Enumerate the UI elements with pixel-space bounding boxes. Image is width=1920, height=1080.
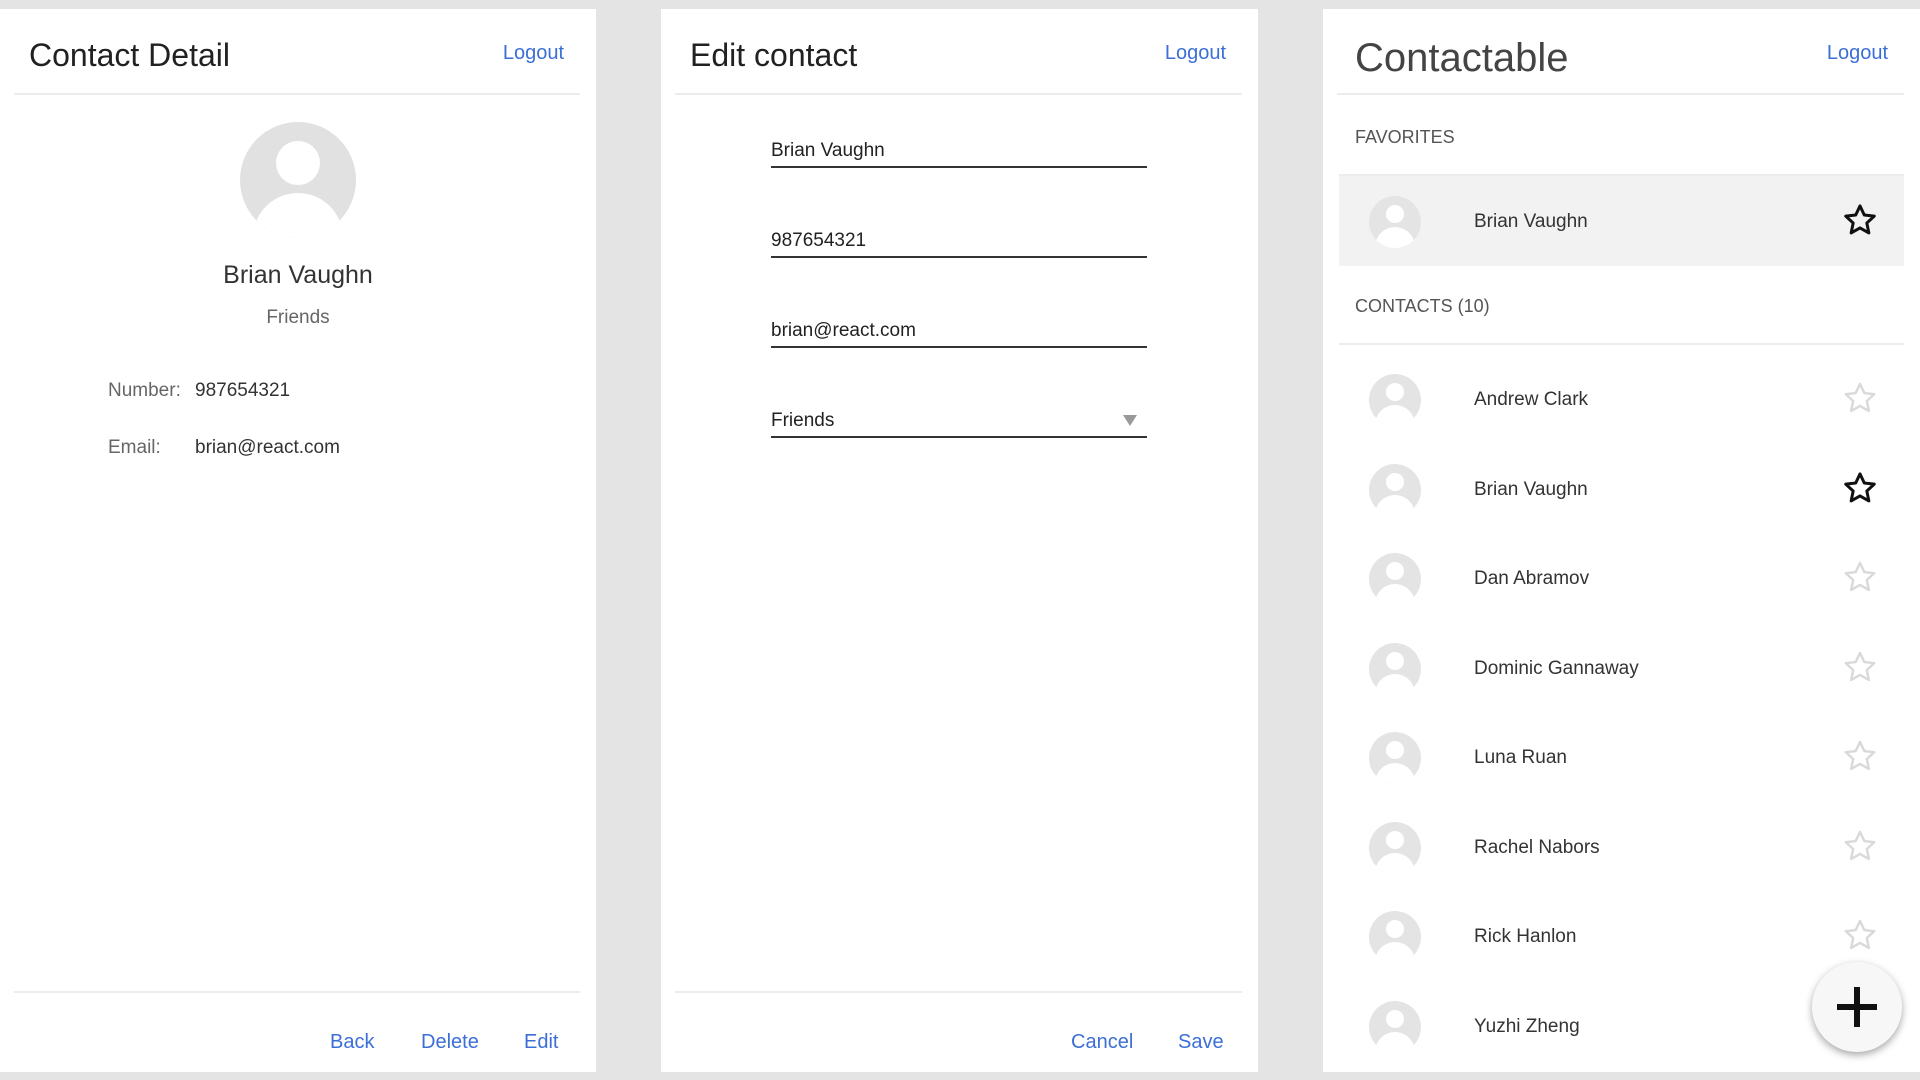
group-select-value: Friends (771, 410, 835, 431)
avatar-body (1375, 852, 1415, 874)
delete-button[interactable]: Delete (421, 1031, 479, 1054)
edit-header: Edit contact Logout (675, 9, 1242, 95)
contact-row-name: Dominic Gannaway (1474, 657, 1639, 679)
save-button[interactable]: Save (1178, 1031, 1224, 1054)
group-select[interactable]: Friends (771, 402, 1147, 438)
number-label: Number: (108, 380, 181, 401)
email-field[interactable] (771, 312, 1147, 348)
contact-detail-panel: Contact Detail Logout Brian Vaughn Frien… (0, 9, 596, 1072)
favorite-row[interactable]: Brian Vaughn (1339, 176, 1904, 266)
contact-row[interactable]: Brian Vaughn (1339, 444, 1904, 534)
avatar-body (253, 193, 343, 238)
contacts-divider (1339, 343, 1904, 345)
name-field[interactable] (771, 132, 1147, 168)
contact-row[interactable]: Andrew Clark (1339, 354, 1904, 444)
avatar-head (1386, 383, 1404, 401)
email-input[interactable] (771, 320, 1147, 342)
avatar (1369, 374, 1421, 426)
email-label: Email: (108, 437, 161, 458)
logout-link[interactable]: Logout (1827, 42, 1888, 65)
logout-link[interactable]: Logout (503, 42, 564, 65)
contact-row-name: Brian Vaughn (1474, 211, 1588, 232)
back-button[interactable]: Back (330, 1031, 374, 1054)
avatar (1369, 196, 1421, 248)
email-value: brian@react.com (195, 437, 340, 458)
contact-row[interactable]: Luna Ruan (1339, 712, 1904, 802)
avatar-head (1386, 205, 1404, 223)
app-title: Contactable (1355, 36, 1569, 80)
avatar-body (1375, 1031, 1415, 1053)
page-title: Edit contact (690, 37, 858, 73)
contact-row-name: Luna Ruan (1474, 747, 1567, 768)
avatar-body (1375, 942, 1415, 963)
contact-row-name: Brian Vaughn (1474, 478, 1588, 500)
avatar-head (1386, 562, 1404, 580)
avatar-head (1386, 741, 1404, 759)
favorites-heading: FAVORITES (1355, 127, 1455, 147)
contact-row-name: Dan Abramov (1474, 568, 1590, 589)
avatar (1369, 553, 1421, 605)
avatar-body (1375, 584, 1415, 605)
list-header: Contactable Logout (1337, 9, 1904, 95)
logout-link[interactable]: Logout (1165, 42, 1226, 65)
name-input[interactable] (771, 140, 1147, 162)
avatar-head (1386, 472, 1404, 491)
add-contact-button[interactable] (1812, 962, 1902, 1052)
footer-divider (14, 991, 580, 993)
avatar (1369, 732, 1421, 784)
contact-row-name: Rick Hanlon (1474, 926, 1577, 947)
avatar-head (1386, 1009, 1404, 1028)
star-filled-icon[interactable] (1842, 470, 1878, 506)
star-filled-icon[interactable] (1842, 202, 1878, 238)
avatar-body (1375, 763, 1415, 784)
page-title: Contact Detail (29, 37, 230, 73)
avatar-body (1375, 494, 1415, 516)
contact-row[interactable]: Dan Abramov (1339, 533, 1904, 623)
plus-icon-stroke (1854, 987, 1860, 1027)
avatar-body (1375, 227, 1415, 248)
star-outline-icon[interactable] (1842, 649, 1878, 685)
phone-field[interactable] (771, 222, 1147, 258)
avatar (240, 122, 356, 238)
avatar (1369, 1000, 1421, 1053)
star-outline-icon[interactable] (1842, 828, 1878, 864)
phone-input[interactable] (771, 230, 1147, 252)
avatar-body (1375, 405, 1415, 426)
detail-header: Contact Detail Logout (14, 9, 580, 95)
edit-contact-panel: Edit contact Logout Friends Cancel Save (661, 9, 1258, 1072)
contact-name: Brian Vaughn (223, 261, 373, 289)
star-outline-icon[interactable] (1842, 917, 1878, 953)
contacts-heading: CONTACTS (10) (1355, 296, 1490, 316)
contact-list-panel: Contactable Logout FAVORITES Brian Vaugh… (1323, 9, 1920, 1072)
cancel-button[interactable]: Cancel (1071, 1031, 1133, 1054)
star-outline-icon[interactable] (1842, 559, 1878, 595)
star-outline-icon[interactable] (1842, 738, 1878, 774)
number-value: 987654321 (195, 380, 291, 401)
contact-row[interactable]: Dominic Gannaway (1339, 623, 1904, 713)
avatar (1369, 821, 1421, 874)
avatar (1369, 642, 1421, 695)
star-outline-icon[interactable] (1842, 380, 1878, 416)
edit-button[interactable]: Edit (524, 1031, 558, 1054)
avatar-body (1375, 673, 1415, 695)
caret-down-icon (1123, 415, 1137, 426)
contact-group: Friends (266, 307, 330, 328)
contact-row-name: Rachel Nabors (1474, 836, 1600, 858)
contact-row-name: Yuzhi Zheng (1474, 1015, 1580, 1037)
avatar (1369, 463, 1421, 516)
contact-row-name: Andrew Clark (1474, 389, 1589, 410)
avatar (1369, 911, 1421, 963)
footer-divider (675, 991, 1242, 993)
contact-row[interactable]: Rachel Nabors (1339, 802, 1904, 892)
avatar-head (276, 141, 320, 185)
avatar-head (1386, 920, 1404, 938)
avatar-head (1386, 651, 1404, 670)
contact-row[interactable]: Rick Hanlon (1339, 891, 1904, 981)
avatar-head (1386, 830, 1404, 849)
